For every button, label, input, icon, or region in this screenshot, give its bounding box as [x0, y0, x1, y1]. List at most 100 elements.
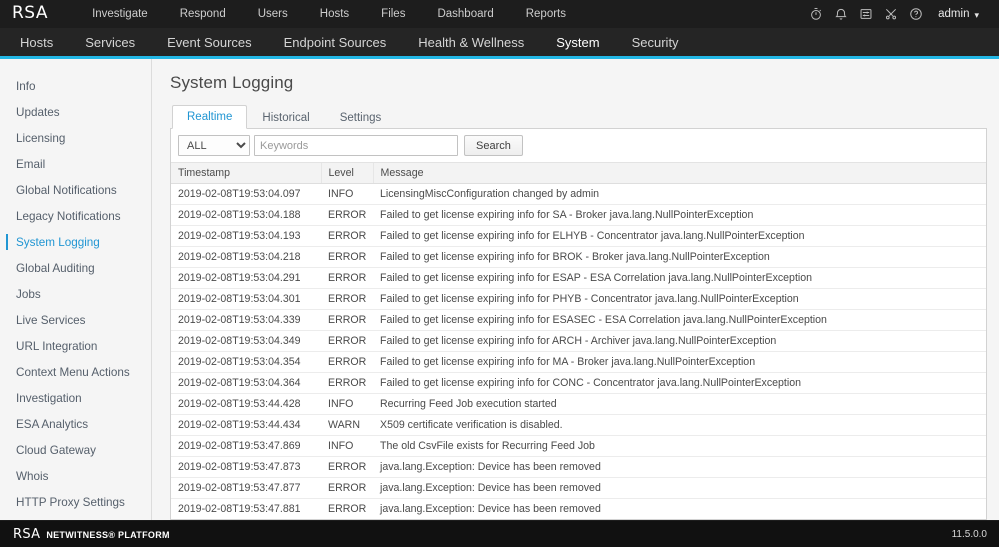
table-row[interactable]: 2019-02-08T19:53:47.881 ERROR java.lang.Ex… — [171, 498, 986, 519]
table-row[interactable]: 2019-02-08T19:53:04.193 ERROR Failed to ge… — [171, 225, 986, 247]
cell-timestamp: 2019-02-08T19:53:04.339 — [171, 309, 321, 331]
column-header-level[interactable]: Level — [321, 163, 374, 184]
subnav-item-services[interactable]: Services — [69, 28, 151, 56]
topnav-files[interactable]: Files — [365, 0, 421, 28]
column-header-message[interactable]: Message — [373, 163, 986, 184]
cell-level: ERROR — [321, 330, 373, 352]
stopwatch-icon[interactable] — [803, 2, 828, 27]
sidebar-item-updates[interactable]: Updates — [0, 99, 151, 125]
table-row[interactable]: 2019-02-08T19:53:47.877 ERROR java.lang.Ex… — [171, 477, 986, 499]
subnav-item-health-wellness[interactable]: Health & Wellness — [402, 28, 540, 56]
sidebar-item-cloud-gateway[interactable]: Cloud Gateway — [0, 437, 151, 463]
sidebar-item-context-menu-actions[interactable]: Context Menu Actions — [0, 359, 151, 385]
cell-message: java.lang.Exception: Device has been rem… — [373, 477, 986, 499]
cell-level: ERROR — [321, 477, 373, 499]
log-table-scroll[interactable]: Timestamp Level Message 2019-02-08T19:53:0… — [171, 163, 986, 519]
cell-level: ERROR — [321, 309, 373, 331]
table-row[interactable]: 2019-02-08T19:53:47.873 ERROR java.lang.Ex… — [171, 456, 986, 478]
table-row[interactable]: 2019-02-08T19:53:04.188 ERROR Failed to ge… — [171, 204, 986, 226]
tab-historical[interactable]: Historical — [247, 106, 324, 129]
sidebar-item-system-logging[interactable]: System Logging — [0, 229, 151, 255]
subnav-item-event-sources[interactable]: Event Sources — [151, 28, 268, 56]
sidebar-item-investigation[interactable]: Investigation — [0, 385, 151, 411]
cell-level: ERROR — [321, 372, 373, 394]
cell-level: INFO — [321, 435, 373, 457]
topnav-dashboard[interactable]: Dashboard — [421, 0, 509, 28]
topnav-respond[interactable]: Respond — [164, 0, 242, 28]
subnav-item-hosts[interactable]: Hosts — [4, 28, 69, 56]
sidebar-item-live-services[interactable]: Live Services — [0, 307, 151, 333]
secondary-navigation-bar: Hosts Services Event Sources Endpoint Sourc… — [0, 28, 999, 59]
cell-timestamp: 2019-02-08T19:53:04.097 — [171, 183, 321, 205]
column-header-timestamp[interactable]: Timestamp — [171, 163, 322, 184]
cell-message: Failed to get license expiring info for … — [373, 246, 986, 268]
sidebar-item-ntp-settings[interactable]: NTP Settings — [0, 515, 151, 520]
subnav-item-endpoint-sources[interactable]: Endpoint Sources — [268, 28, 403, 56]
user-menu-label: admin — [938, 8, 970, 20]
cell-message: Failed to get license expiring info for … — [373, 204, 986, 226]
table-row[interactable]: 2019-02-08T19:53:04.097 INFO LicensingMisc… — [171, 183, 986, 205]
sidebar-item-info[interactable]: Info — [0, 73, 151, 99]
sidebar-item-url-integration[interactable]: URL Integration — [0, 333, 151, 359]
table-row[interactable]: 2019-02-08T19:53:44.434 WARN X509 certific… — [171, 414, 986, 436]
cell-level: ERROR — [321, 456, 373, 478]
sidebar-item-jobs[interactable]: Jobs — [0, 281, 151, 307]
cell-message: X509 certificate verification is disable… — [373, 414, 986, 436]
help-circle-icon[interactable] — [903, 2, 928, 27]
topnav-reports[interactable]: Reports — [510, 0, 582, 28]
cell-timestamp: 2019-02-08T19:53:47.881 — [171, 498, 321, 519]
keywords-input[interactable] — [254, 135, 458, 156]
cell-level: ERROR — [321, 498, 373, 519]
table-row[interactable]: 2019-02-08T19:53:44.428 INFO Recurring Fee… — [171, 393, 986, 415]
sidebar-item-global-auditing[interactable]: Global Auditing — [0, 255, 151, 281]
sidebar-item-whois[interactable]: Whois — [0, 463, 151, 489]
chevron-down-icon: ▾ — [974, 9, 979, 20]
cell-timestamp: 2019-02-08T19:53:04.301 — [171, 288, 321, 310]
cell-timestamp: 2019-02-08T19:53:04.193 — [171, 225, 321, 247]
cell-message: Failed to get license expiring info for … — [373, 330, 986, 352]
tools-icon[interactable] — [878, 2, 903, 27]
table-header-row: Timestamp Level Message — [171, 163, 986, 184]
table-row[interactable]: 2019-02-08T19:53:04.301 ERROR Failed to ge… — [171, 288, 986, 310]
search-button[interactable]: Search — [464, 135, 523, 156]
cell-level: ERROR — [321, 204, 373, 226]
topnav-users[interactable]: Users — [242, 0, 304, 28]
body: Info Updates Licensing Email Global Notifica… — [0, 59, 999, 521]
logging-panel: ALL Search TimestampLevelMessage 2019-02… — [170, 129, 987, 520]
cell-message: LicensingMiscConfiguration changed by ad… — [373, 183, 986, 205]
table-row[interactable]: 2019-02-08T19:53:04.218 ERROR Failed to ge… — [171, 246, 986, 268]
topnav-investigate[interactable]: Investigate — [76, 0, 164, 28]
user-menu[interactable]: admin ▾ — [928, 8, 985, 20]
sliders-panel-icon[interactable] — [853, 2, 878, 27]
table-row[interactable]: 2019-02-08T19:53:04.339 ERROR Failed to ge… — [171, 309, 986, 331]
tab-bar: Realtime Historical Settings — [170, 104, 987, 129]
sidebar-item-global-notifications[interactable]: Global Notifications — [0, 177, 151, 203]
table-row[interactable]: 2019-02-08T19:53:04.364 ERROR Failed to ge… — [171, 372, 986, 394]
main-content: System Logging Realtime Historical Setting… — [152, 59, 999, 520]
cell-timestamp: 2019-02-08T19:53:04.349 — [171, 330, 321, 352]
subnav-item-system[interactable]: System — [540, 28, 616, 59]
top-navigation-bar: RSA Investigate Respond Users Hosts Files Das… — [0, 0, 999, 28]
sidebar-item-licensing[interactable]: Licensing — [0, 125, 151, 151]
sidebar-item-legacy-notifications[interactable]: Legacy Notifications — [0, 203, 151, 229]
level-filter-select[interactable]: ALL — [178, 135, 250, 156]
cell-message: Failed to get license expiring info for … — [373, 288, 986, 310]
sidebar-item-email[interactable]: Email — [0, 151, 151, 177]
footer-rsa-text: RSA — [13, 526, 41, 542]
bell-icon[interactable] — [828, 2, 853, 27]
cell-level: ERROR — [321, 288, 373, 310]
sidebar-item-esa-analytics[interactable]: ESA Analytics — [0, 411, 151, 437]
table-row[interactable]: 2019-02-08T19:53:04.291 ERROR Failed to ge… — [171, 267, 986, 289]
sidebar-item-http-proxy-settings[interactable]: HTTP Proxy Settings — [0, 489, 151, 515]
tab-realtime[interactable]: Realtime — [172, 105, 248, 129]
cell-timestamp: 2019-02-08T19:53:44.434 — [171, 414, 321, 436]
cell-timestamp: 2019-02-08T19:53:04.188 — [171, 204, 321, 226]
table-row[interactable]: 2019-02-08T19:53:47.869 INFO The old CsvFi… — [171, 435, 986, 457]
cell-message: Failed to get license expiring info for … — [373, 351, 986, 373]
log-table-body: 2019-02-08T19:53:04.097 INFO LicensingMisc… — [171, 183, 986, 519]
tab-settings[interactable]: Settings — [325, 106, 397, 129]
subnav-item-security[interactable]: Security — [616, 28, 695, 56]
table-row[interactable]: 2019-02-08T19:53:04.349 ERROR Failed to ge… — [171, 330, 986, 352]
topnav-hosts[interactable]: Hosts — [304, 0, 365, 28]
table-row[interactable]: 2019-02-08T19:53:04.354 ERROR Failed to ge… — [171, 351, 986, 373]
